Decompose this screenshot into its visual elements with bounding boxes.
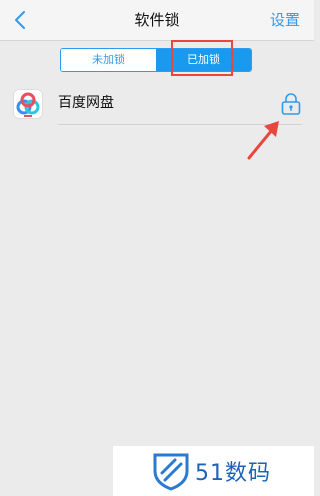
app-name: 百度网盘: [58, 95, 114, 111]
watermark-text: 51数码: [195, 461, 271, 486]
navigation-bar: 软件锁 设置: [0, 0, 314, 41]
lock-icon[interactable]: [280, 92, 302, 116]
lock-status-segmented-control: 未加锁 已加锁: [60, 48, 252, 72]
tab-locked[interactable]: 已加锁: [156, 49, 251, 71]
watermark: 51数码: [113, 446, 314, 496]
page-title: 软件锁: [134, 11, 180, 29]
settings-button[interactable]: 设置: [270, 0, 300, 40]
shield-logo-icon: [153, 453, 189, 491]
tab-unlocked[interactable]: 未加锁: [61, 49, 156, 71]
red-arrow-icon: [247, 121, 279, 160]
baidu-netdisk-icon: [13, 89, 43, 119]
